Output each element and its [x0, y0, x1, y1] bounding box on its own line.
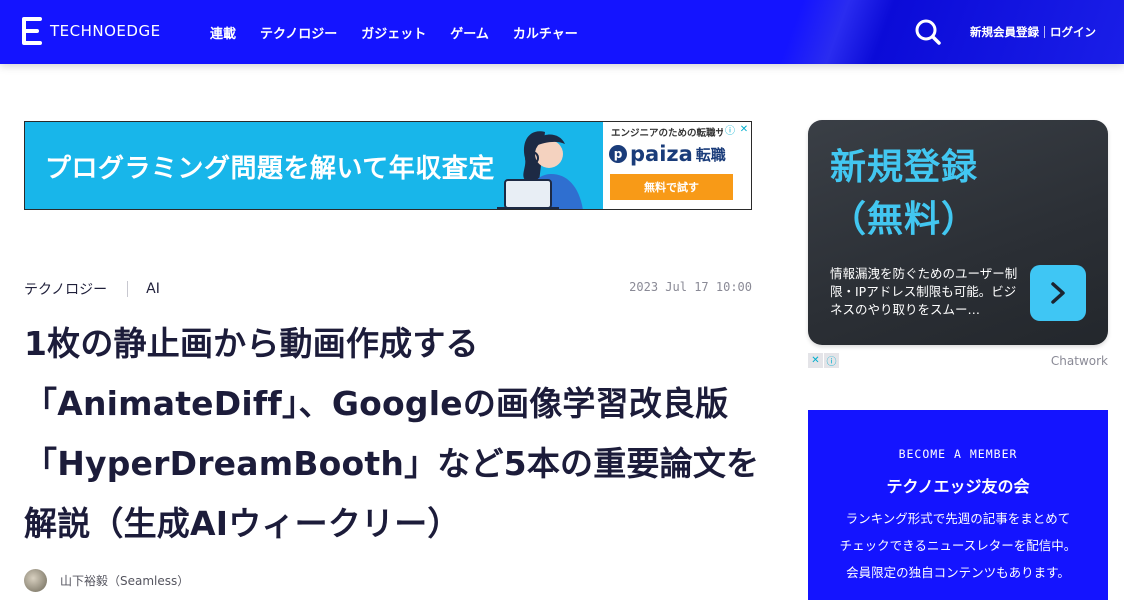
- sidebar-ad-headline-line: 新規登録: [830, 147, 979, 188]
- member-body-line: 会員限定の独自コンテンツもあります。: [846, 565, 1070, 580]
- banner-ad-subtext: エンジニアのための転職サ…: [611, 128, 735, 139]
- site-logo[interactable]: TECHNOEDGE: [20, 16, 161, 46]
- nav-item-series[interactable]: 連載: [210, 23, 236, 42]
- signup-link[interactable]: 新規会員登録: [970, 24, 1039, 40]
- article-author[interactable]: 山下裕毅（Seamless）: [24, 568, 189, 592]
- ad-choices: ⓘ ✕: [723, 122, 751, 137]
- banner-ad-brand-suffix: 転職: [695, 145, 726, 164]
- article-title-line: 1枚の静止画から動画作成する: [24, 324, 479, 363]
- article-tag-link[interactable]: AI: [146, 281, 160, 297]
- sidebar-ad-footer: ✕ ⓘ Chatwork: [808, 353, 1108, 371]
- logo-mark-icon: [20, 17, 44, 45]
- site-header: TECHNOEDGE 連載 テクノロジー ガジェット ゲーム カルチャー 新規会…: [0, 0, 1124, 64]
- sidebar-ad-headline-line: （無料）: [830, 199, 979, 240]
- banner-ad[interactable]: プログラミング問題を解いて年収査定 エンジニアのための転職サ… p paiza …: [24, 121, 752, 210]
- banner-ad-brand: p paiza 転職: [609, 142, 726, 166]
- sidebar-ad-headline: 新規登録 （無料）: [830, 142, 978, 246]
- member-signup-box[interactable]: BECOME A MEMBER テクノエッジ友の会 ランキング形式で先週の記事を…: [808, 410, 1108, 600]
- chevron-right-icon: [1051, 282, 1065, 304]
- nav-item-culture[interactable]: カルチャー: [513, 23, 578, 42]
- nav-item-gadget[interactable]: ガジェット: [361, 23, 426, 42]
- ad-info-icon[interactable]: ⓘ: [824, 353, 839, 368]
- article-category-link[interactable]: テクノロジー: [24, 279, 107, 299]
- nav-item-technology[interactable]: テクノロジー: [260, 23, 337, 42]
- member-title: テクノエッジ友の会: [886, 477, 1030, 496]
- nav-item-game[interactable]: ゲーム: [450, 23, 489, 42]
- author-avatar: [24, 568, 47, 592]
- banner-ad-brand-name: paiza: [630, 142, 693, 166]
- sidebar-ad-brand[interactable]: Chatwork: [1051, 354, 1108, 368]
- category-divider: [127, 281, 129, 297]
- article-title-line: 「HyperDreamBooth」など5本の重要論文を: [24, 444, 760, 483]
- member-eyebrow: BECOME A MEMBER: [898, 447, 1018, 461]
- article-title: 1枚の静止画から動画作成する 「AnimateDiff」、Googleの画像学習…: [24, 314, 764, 554]
- banner-ad-cta-button[interactable]: 無料で試す: [610, 174, 733, 200]
- sidebar-ad[interactable]: 新規登録 （無料） 情報漏洩を防ぐためのユーザー制限・IPアドレス制限も可能。ビ…: [808, 120, 1108, 345]
- article-title-line: 解説（生成AIウィークリー）: [24, 504, 461, 543]
- article-date: 2023 Jul 17 10:00: [629, 280, 752, 294]
- member-body-line: チェックできるニュースレターを配信中。: [839, 538, 1077, 553]
- ad-close-icon[interactable]: ✕: [808, 353, 823, 368]
- ad-close-icon[interactable]: ✕: [737, 122, 751, 136]
- auth-divider: [1044, 26, 1045, 38]
- programmer-illustration-icon: [487, 124, 605, 209]
- paiza-logo-icon: p: [609, 145, 627, 163]
- banner-ad-headline: プログラミング問題を解いて年収査定: [45, 154, 495, 184]
- author-name: 山下裕毅（Seamless）: [60, 573, 190, 588]
- logo-text: TECHNOEDGE: [50, 22, 161, 40]
- main-nav: 連載 テクノロジー ガジェット ゲーム カルチャー: [210, 0, 602, 64]
- login-link[interactable]: ログイン: [1050, 24, 1096, 40]
- member-body-line: ランキング形式で先週の記事をまとめて: [845, 511, 1071, 526]
- sidebar-ad-arrow-button[interactable]: [1030, 265, 1086, 321]
- search-icon[interactable]: [914, 18, 942, 46]
- sidebar-ad-description: 情報漏洩を防ぐためのユーザー制限・IPアドレス制限も可能。ビジネスのやり取りをス…: [830, 266, 1018, 317]
- sidebar-ad-choices: ✕ ⓘ: [808, 353, 840, 368]
- ad-info-icon[interactable]: ⓘ: [723, 122, 737, 137]
- auth-links: 新規会員登録 ログイン: [970, 0, 1096, 64]
- member-body: ランキング形式で先週の記事をまとめて チェックできるニュースレターを配信中。 会…: [808, 505, 1108, 586]
- article-categories: テクノロジー AI: [24, 279, 160, 299]
- article-title-line: 「AnimateDiff」、Googleの画像学習改良版: [24, 384, 729, 423]
